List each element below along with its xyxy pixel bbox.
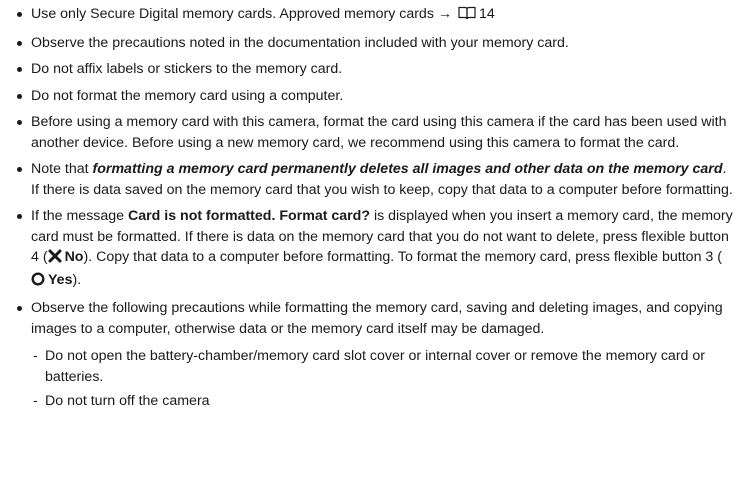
message-text: Card is not formatted. Format card? <box>128 208 371 224</box>
book-reference-icon <box>458 6 476 27</box>
list-item: Do not format the memory card using a co… <box>17 86 735 107</box>
list-item: If the message Card is not formatted. Fo… <box>17 206 735 292</box>
bullet-text: If the message <box>31 208 128 224</box>
bullet-text: Observe the following precautions while … <box>31 300 723 337</box>
bullet-text: Note that <box>31 161 93 177</box>
bullet-text: ). Copy that data to a computer before f… <box>83 249 722 265</box>
list-item: Use only Secure Digital memory cards. Ap… <box>17 4 735 27</box>
bullet-text: ). <box>72 271 82 288</box>
no-label: No <box>64 249 84 265</box>
page-reference: 14 <box>479 6 495 22</box>
list-item: Before using a memory card with this cam… <box>17 112 735 153</box>
sub-list-item: Do not turn off the camera <box>31 391 735 412</box>
precautions-list: Use only Secure Digital memory cards. Ap… <box>17 4 735 412</box>
manual-page: Use only Secure Digital memory cards. Ap… <box>0 0 745 490</box>
list-item: Observe the precautions noted in the doc… <box>17 33 735 54</box>
emphasis-text: formatting a memory card permanently del… <box>92 161 723 177</box>
list-item: Do not affix labels or stickers to the m… <box>17 59 735 80</box>
bullet-text: Use only Secure Digital memory cards. Ap… <box>31 6 456 22</box>
circle-icon <box>31 271 45 293</box>
bullet-text: Do not format the memory card using a co… <box>31 87 344 104</box>
bullet-text: Before using a memory card with this cam… <box>31 114 727 151</box>
list-item: Observe the following precautions while … <box>17 298 735 412</box>
bullet-text: Do not affix labels or stickers to the m… <box>31 61 343 77</box>
yes-label: Yes <box>48 271 73 288</box>
sub-list: Do not open the battery-chamber/memory c… <box>31 346 735 412</box>
bullet-text: Observe the precautions noted in the doc… <box>31 34 569 51</box>
sub-list-item: Do not open the battery-chamber/memory c… <box>31 346 735 387</box>
list-item: Note that formatting a memory card perma… <box>17 159 735 200</box>
x-mark-icon <box>48 249 62 270</box>
